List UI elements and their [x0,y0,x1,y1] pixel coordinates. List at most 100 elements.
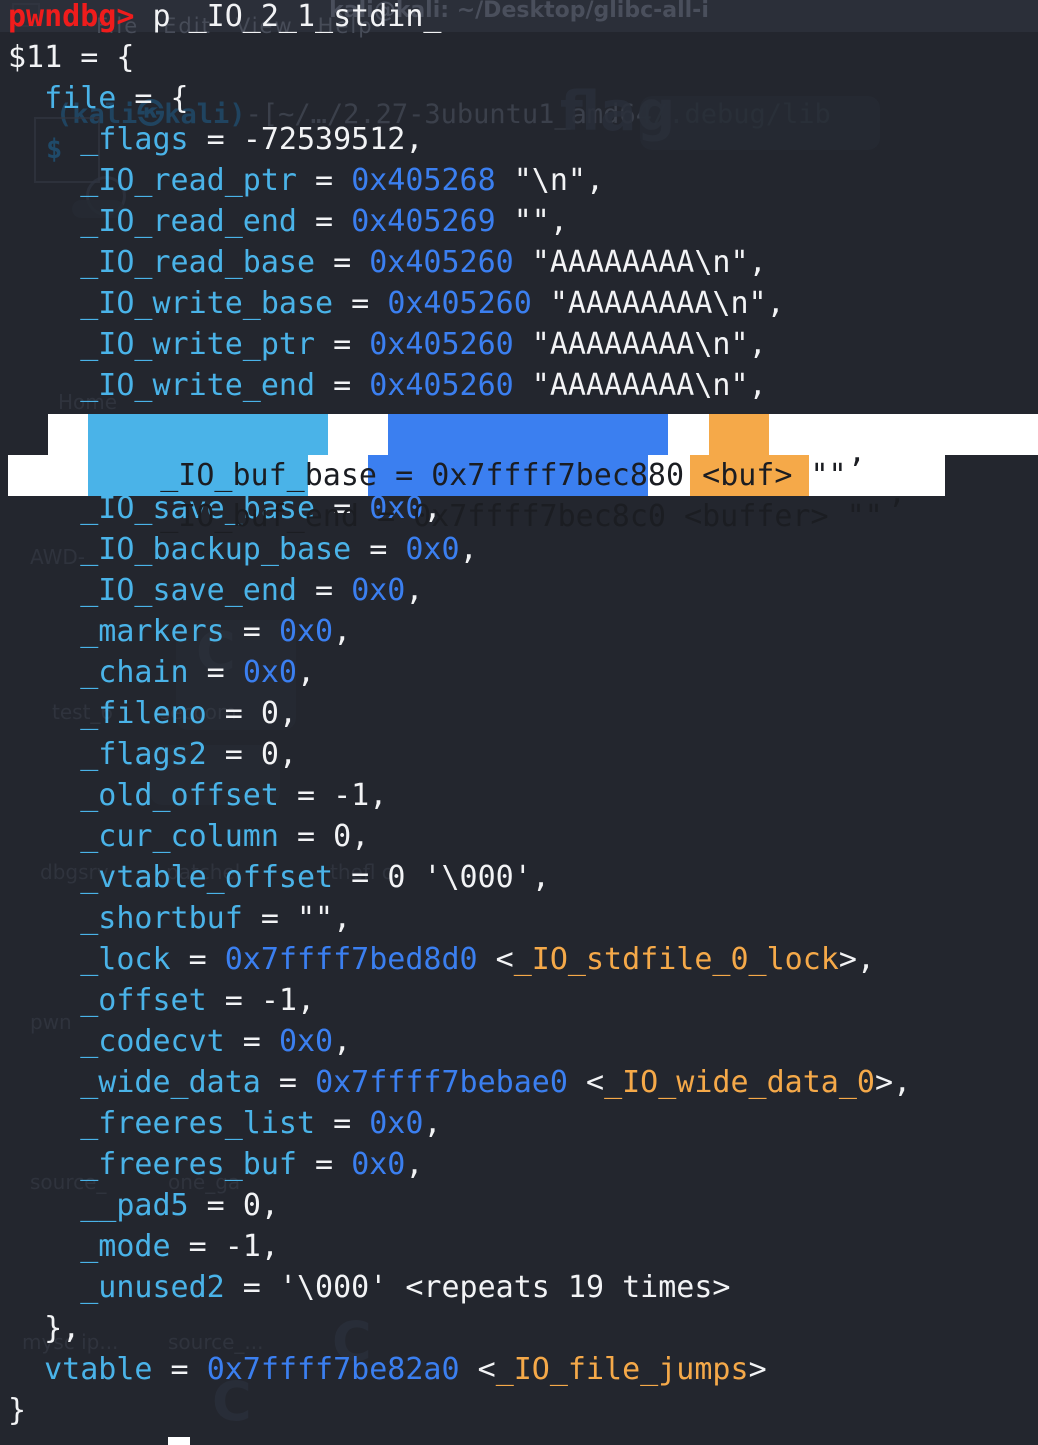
field-indent [8,368,80,403]
field-indent [8,901,80,936]
prompt-line: pwndbg> p _IO_2_1_stdin_ [8,0,441,37]
field-equals: = [188,655,243,690]
field-suffix: , [297,983,316,1018]
field-line-_offset: _offset = -1, [8,980,315,1021]
symbol-close: > [838,942,857,977]
field-line-_cur_column: _cur_column = 0, [8,816,369,857]
field-name: _wide_data [80,1065,261,1100]
field-value: 0x0 [278,614,334,649]
field-equals: = [188,122,243,157]
field-name: _IO_save_end [80,573,297,608]
field-value: 0 [260,737,279,772]
selected-angle-open-2: < [684,499,703,534]
field-indent [8,696,80,731]
vtable-symbol: _IO_file_jumps [495,1352,749,1387]
selected-string-2: "" [846,499,883,534]
field-suffix: , [260,1229,279,1264]
field-indent [8,1229,80,1264]
field-extra: "AAAAAAAA\n" [531,286,767,321]
field-name: _offset [80,983,207,1018]
field-suffix: , [423,1106,442,1141]
field-name: _vtable_offset [80,860,334,895]
field-equals: = [315,1106,370,1141]
field-line-__pad5: __pad5 = 0, [8,1185,279,1226]
field-value: 0x0 [242,655,297,690]
field-equals: = [260,1065,316,1100]
struct-open-brace: = { [116,81,189,116]
struct-open-line: file = { [8,78,189,119]
selected-field-name-2: _IO_buf_end [160,499,359,534]
field-indent [8,532,80,567]
field-value: '\000' [278,1270,388,1305]
field-value: -72539512 [242,122,406,157]
field-indent [8,573,80,608]
field-extra: '\000' [405,860,532,895]
struct-open-name: file [44,81,117,116]
field-extra: "AAAAAAAA\n" [513,245,749,280]
field-name: __pad5 [80,1188,189,1223]
field-suffix: , [748,245,767,280]
field-indent [8,1188,80,1223]
symbol-open: < [567,1065,605,1100]
selected-comma-2: , [888,476,907,511]
field-suffix: , [893,1065,912,1100]
field-line-_IO_write_ptr: _IO_write_ptr = 0x405260 "AAAAAAAA\n", [8,324,767,365]
field-suffix: , [856,942,875,977]
field-value: 0x0 [351,573,406,608]
field-line-_fileno: _fileno = 0, [8,693,297,734]
field-equals: = [170,942,225,977]
field-indent [8,614,80,649]
outer-close: } [8,1393,27,1428]
selected-angle-close-2: > [810,499,829,534]
field-indent [8,163,80,198]
field-indent [8,655,80,690]
field-line-_IO_write_base: _IO_write_base = 0x405260 "AAAAAAAA\n", [8,283,784,324]
pwndbg-prompt: pwndbg> [8,0,135,34]
vtable-value: 0x7ffff7be82a0 [206,1352,460,1387]
field-line-_lock: _lock = 0x7ffff7bed8d0 <_IO_stdfile_0_lo… [8,939,875,980]
field-suffix: , [405,1147,424,1182]
text-cursor [168,1437,190,1445]
field-name: _IO_read_end [80,204,297,239]
field-equals: = [206,983,261,1018]
result-var: $11 = { [8,40,135,75]
field-name: _fileno [80,696,207,731]
field-value: 0x405260 [387,286,532,321]
field-equals: = [315,245,370,280]
field-suffix: , [297,655,316,690]
struct-close: }, [8,1311,81,1346]
field-name: _shortbuf [80,901,243,936]
field-suffix: , [333,614,352,649]
field-line-_freeres_list: _freeres_list = 0x0, [8,1103,442,1144]
field-equals: = [224,1270,279,1305]
field-indent [8,204,80,239]
field-equals: = [206,696,261,731]
field-indent [8,737,80,772]
field-name: _markers [80,614,225,649]
field-name: _IO_write_base [80,286,334,321]
vtable-symbol-open: < [459,1352,496,1387]
field-name: _unused2 [80,1270,225,1305]
selected-line-2: _IO_buf_end = 0x7ffff7bec8c0 <buffer> "" [88,455,883,578]
field-extra: "AAAAAAAA\n" [513,327,749,362]
field-name: _freeres_list [80,1106,316,1141]
field-value: -1 [333,778,370,813]
field-equals: = [278,819,334,854]
field-equals: = [297,204,352,239]
field-equals: = [315,327,370,362]
field-equals: = [297,163,352,198]
field-line-_IO_read_ptr: _IO_read_ptr = 0x405268 "\n", [8,160,604,201]
result-var-line: $11 = { [8,37,134,78]
field-indent [8,1147,80,1182]
field-value: 0x405268 [351,163,496,198]
field-line-_IO_read_end: _IO_read_end = 0x405269 "", [8,201,568,242]
field-suffix: , [748,327,767,362]
field-indent [8,983,80,1018]
field-name: _mode [80,1229,171,1264]
field-value: 0x405260 [369,245,514,280]
field-line-_old_offset: _old_offset = -1, [8,775,387,816]
field-suffix: , [405,573,424,608]
field-name: _IO_write_ptr [80,327,316,362]
field-value: 0x0 [369,1106,424,1141]
field-suffix: , [531,860,550,895]
